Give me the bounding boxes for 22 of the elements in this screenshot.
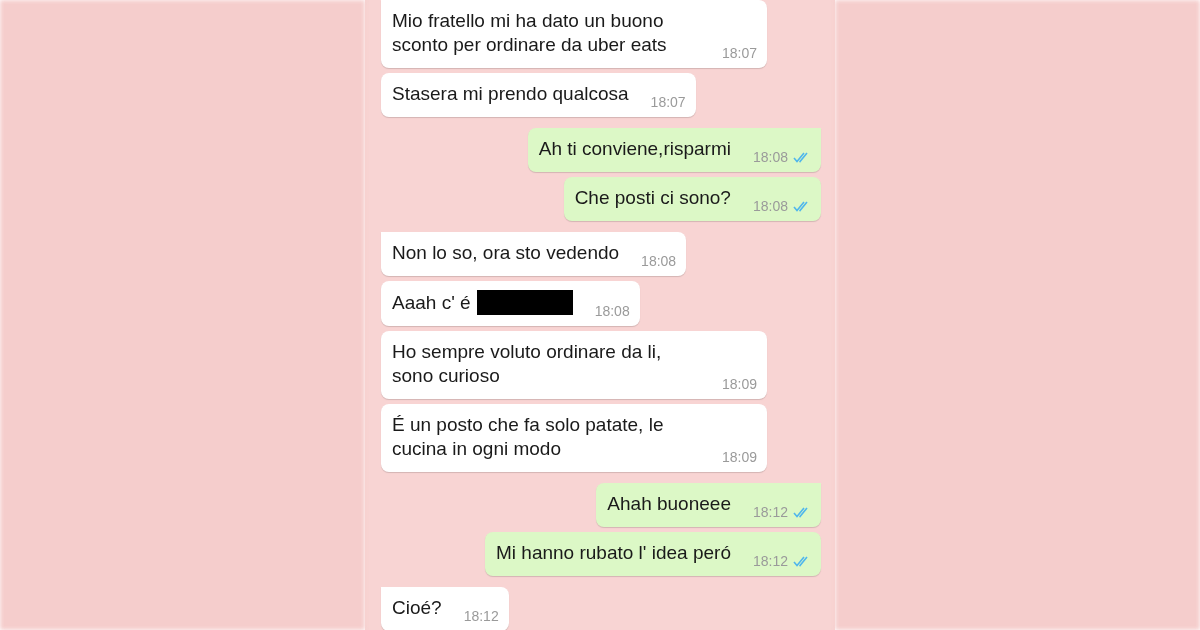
message-time: 18:08 (641, 253, 677, 269)
message-time: 18:08 (752, 149, 788, 165)
message-text: Che posti ci sono? (574, 186, 731, 210)
message-time: 18:08 (752, 198, 788, 214)
message-time: 18:09 (721, 376, 757, 392)
message-time: 18:12 (463, 608, 499, 624)
message-time: 18:12 (752, 553, 788, 569)
message-time: 18:12 (752, 504, 788, 520)
message-time: 18:08 (594, 303, 630, 319)
message-text: Mi hanno rubato l' idea peró (496, 541, 731, 565)
message-time: 18:07 (721, 45, 757, 61)
message-text: Non lo so, ora sto vedendo (392, 241, 620, 265)
message-text: Cioé? (392, 596, 442, 620)
message-text: Aaah c' é (392, 291, 471, 315)
message-text: Ah ti conviene,risparmi (538, 137, 731, 161)
message-text: É un posto che fa solo patate, le cucina in ogni modo (392, 413, 665, 461)
message-text: Stasera mi prendo qualcosa (392, 82, 629, 106)
message-text: Mio fratello mi ha dato un buono sconto per ordinare da uber eats (392, 9, 668, 57)
message-time: 18:09 (721, 449, 757, 465)
message-text: Ahah buoneee (607, 492, 731, 516)
message-text: Ho sempre voluto ordinare da li, sono curioso (392, 340, 663, 388)
message-time: 18:07 (650, 94, 686, 110)
